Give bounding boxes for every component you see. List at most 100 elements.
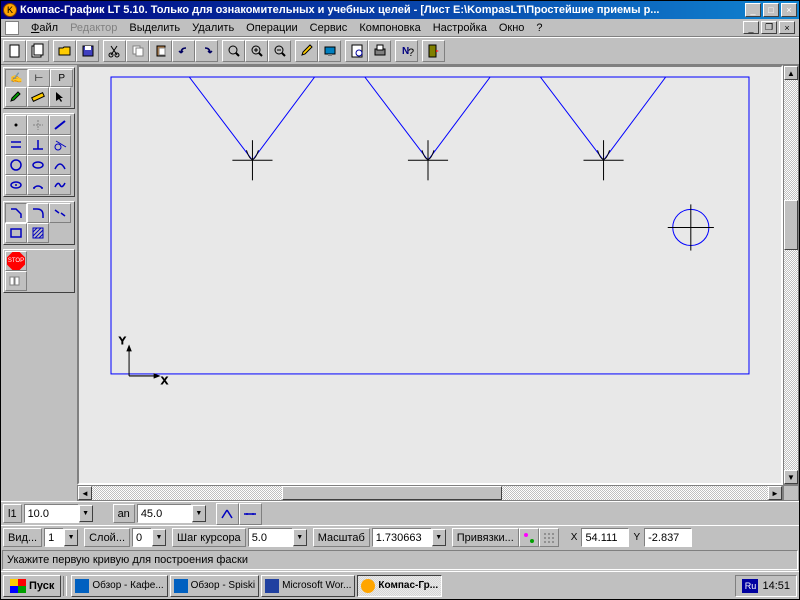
paste-button[interactable]	[149, 40, 172, 62]
vertical-scrollbar[interactable]: ▲ ▼	[783, 65, 799, 485]
aux-line-tool[interactable]	[27, 115, 49, 135]
ellipse2-tool[interactable]	[5, 175, 27, 195]
doc-restore-button[interactable]: ❐	[761, 21, 777, 34]
close-button[interactable]: ×	[781, 3, 797, 17]
cursor-step-field[interactable]: 5.0	[248, 528, 293, 547]
taskbar-item-1[interactable]: Обзор - Кафе...	[71, 575, 167, 597]
taskbar-item-2[interactable]: Обзор - Spiski	[170, 575, 259, 597]
segment-tool[interactable]	[49, 115, 71, 135]
scroll-right-button[interactable]: ►	[768, 486, 782, 500]
doc-minimize-button[interactable]: _	[743, 21, 759, 34]
fillet-tool[interactable]	[27, 203, 49, 223]
tool-measure-icon[interactable]	[27, 87, 49, 107]
edit-button[interactable]	[295, 40, 318, 62]
tool-edit-icon[interactable]	[5, 87, 27, 107]
param-l1-label[interactable]: l1	[3, 504, 22, 523]
param-l1-field[interactable]: 10.0	[24, 504, 79, 523]
stop-button[interactable]: STOP	[5, 251, 27, 271]
snap-button[interactable]: Привязки...	[452, 528, 519, 547]
cut-button[interactable]	[103, 40, 126, 62]
cursor-step-dropdown[interactable]: ▼	[293, 529, 307, 546]
menu-select[interactable]: Выделить	[123, 21, 186, 35]
status-bar: Вид... 1 ▼ Слой... 0 ▼ Шаг курсора 5.0 ▼…	[1, 525, 799, 549]
tab-geometry[interactable]: ✍	[5, 69, 28, 87]
arc2-tool[interactable]	[27, 175, 49, 195]
scroll-up-button[interactable]: ▲	[784, 66, 798, 80]
language-indicator[interactable]: Ru	[742, 579, 758, 593]
doc-close-button[interactable]: ×	[779, 21, 795, 34]
taskbar-item-4[interactable]: Компас-Гр...	[357, 575, 442, 597]
break-tool[interactable]	[49, 203, 71, 223]
ie-icon	[75, 579, 89, 593]
undo-button[interactable]	[172, 40, 195, 62]
copy-button[interactable]	[126, 40, 149, 62]
document-icon[interactable]	[5, 21, 19, 35]
vscroll-thumb[interactable]	[784, 200, 798, 250]
drawing-sheet: Y X	[109, 75, 751, 436]
clock[interactable]: 14:51	[762, 580, 790, 592]
redo-button[interactable]	[195, 40, 218, 62]
tab-dimension[interactable]: ⊢	[28, 69, 51, 87]
param-mode2-button[interactable]	[239, 503, 262, 525]
menu-layout[interactable]: Компоновка	[353, 21, 426, 35]
menu-help[interactable]: ?	[530, 21, 548, 35]
param-an-dropdown[interactable]: ▼	[192, 505, 206, 522]
param-an-field[interactable]: 45.0	[137, 504, 192, 523]
zoom-window-button[interactable]	[222, 40, 245, 62]
new-button[interactable]	[3, 40, 26, 62]
view-field[interactable]: 1	[44, 528, 64, 547]
open-button[interactable]	[53, 40, 76, 62]
snap-mode1-button[interactable]	[519, 528, 539, 547]
perpendicular-tool[interactable]	[27, 135, 49, 155]
tool-select-icon[interactable]	[49, 87, 71, 107]
ellipse-tool[interactable]	[27, 155, 49, 175]
drawing-canvas[interactable]: Y X	[77, 65, 783, 485]
tangent-line-tool[interactable]	[49, 135, 71, 155]
tab-params[interactable]: P	[50, 69, 73, 87]
scale-dropdown[interactable]: ▼	[432, 529, 446, 546]
screen-button[interactable]	[318, 40, 341, 62]
menu-settings[interactable]: Настройка	[427, 21, 493, 35]
chamfer-tool[interactable]	[5, 203, 27, 223]
zoom-in-button[interactable]	[245, 40, 268, 62]
hatch-tool[interactable]	[27, 223, 49, 243]
menu-service[interactable]: Сервис	[304, 21, 354, 35]
zoom-out-button[interactable]	[268, 40, 291, 62]
parallel-line-tool[interactable]	[5, 135, 27, 155]
layer-dropdown[interactable]: ▼	[152, 529, 166, 546]
hscroll-thumb[interactable]	[282, 486, 502, 500]
exit-button[interactable]	[422, 40, 445, 62]
point-tool[interactable]	[5, 115, 27, 135]
maximize-button[interactable]: □	[763, 3, 779, 17]
system-tray: Ru 14:51	[735, 575, 797, 597]
view-button[interactable]: Вид...	[3, 528, 42, 547]
print-preview-button[interactable]	[345, 40, 368, 62]
menu-file[interactable]: ФФайлайл	[25, 21, 64, 35]
rectangle-tool[interactable]	[5, 223, 27, 243]
new-sheet-button[interactable]	[26, 40, 49, 62]
print-button[interactable]	[368, 40, 391, 62]
snap-grid-button[interactable]	[539, 528, 559, 547]
param-l1-dropdown[interactable]: ▼	[79, 505, 93, 522]
help-button[interactable]: N?	[395, 40, 418, 62]
param-mode1-button[interactable]	[216, 503, 239, 525]
circle-tool[interactable]	[5, 155, 27, 175]
layer-field[interactable]: 0	[132, 528, 152, 547]
menu-delete[interactable]: Удалить	[186, 21, 240, 35]
layer-button[interactable]: Слой...	[84, 528, 130, 547]
param-an-label[interactable]: an	[113, 504, 135, 523]
spline-tool[interactable]	[49, 175, 71, 195]
menu-window[interactable]: Окно	[493, 21, 531, 35]
scroll-left-button[interactable]: ◄	[78, 486, 92, 500]
minimize-button[interactable]: _	[745, 3, 761, 17]
taskbar-item-3[interactable]: Microsoft Wor...	[261, 575, 355, 597]
menu-operations[interactable]: Операции	[240, 21, 303, 35]
scroll-down-button[interactable]: ▼	[784, 470, 798, 484]
save-button[interactable]	[76, 40, 99, 62]
arc-tool[interactable]	[49, 155, 71, 175]
scale-field[interactable]: 1.730663	[372, 528, 432, 547]
start-button[interactable]: Пуск	[3, 575, 61, 597]
horizontal-scrollbar[interactable]: ◄ ►	[77, 485, 783, 501]
aux-panel-button[interactable]	[5, 271, 27, 291]
view-dropdown[interactable]: ▼	[64, 529, 78, 546]
